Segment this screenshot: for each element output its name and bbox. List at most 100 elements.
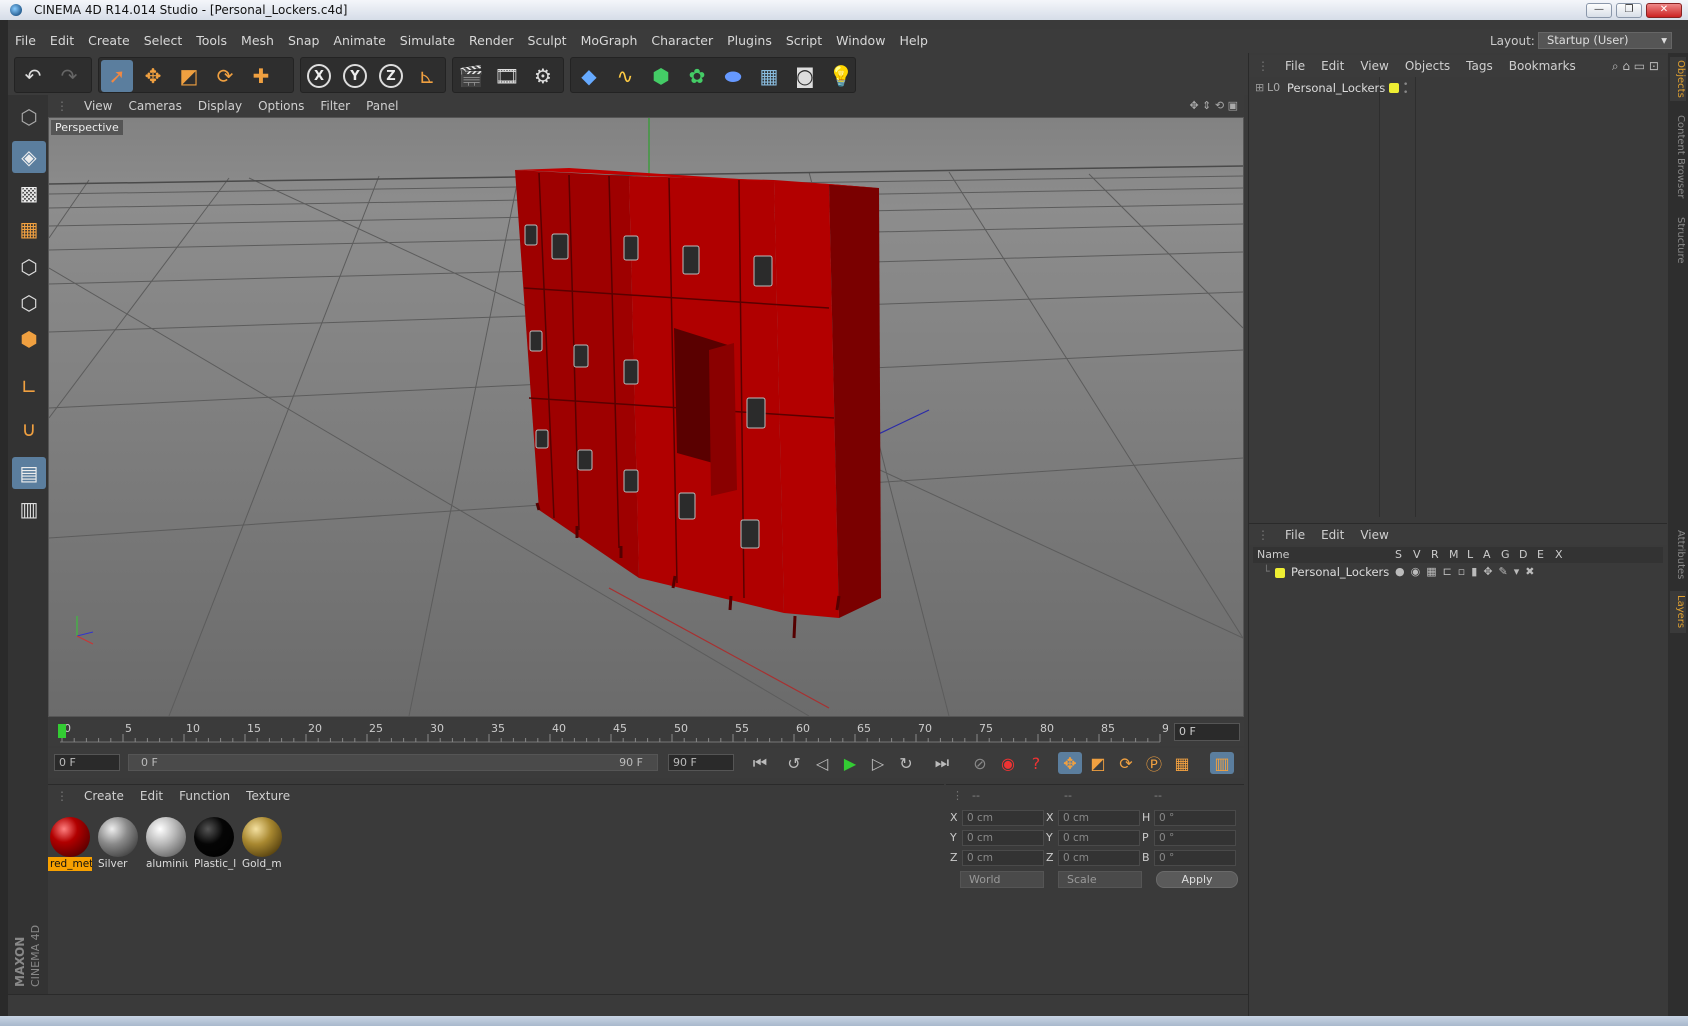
key-position-icon[interactable]: ✥ — [1058, 752, 1082, 774]
viewport-nav-icons[interactable]: ✥ ⇕ ⟲ ▣ — [1189, 95, 1238, 117]
viewport-menu-display[interactable]: Display — [190, 95, 250, 117]
timeline-ruler[interactable]: 051015202530354045505560657075808590 0 F — [48, 720, 1244, 746]
prev-frame-icon[interactable]: ◁ — [810, 752, 834, 774]
axis-mode-icon[interactable]: ∟ — [12, 371, 46, 403]
column-deformers[interactable]: D — [1519, 547, 1527, 563]
planar-workplane-icon[interactable]: ▥ — [12, 493, 46, 525]
render-view-icon[interactable]: 🎬 — [455, 60, 487, 92]
objects-search-icon[interactable]: ⌕ ⌂ ▭ ⊡ — [1612, 55, 1659, 77]
menu-edit[interactable]: Edit — [43, 29, 81, 53]
menu-tools[interactable]: Tools — [189, 29, 234, 53]
layer-row[interactable]: └ Personal_Lockers ●◉▦⊏▫▮✥✎▾✖ — [1253, 565, 1663, 581]
object-row[interactable]: ⊞ L0 Personal_Lockers • • — [1253, 81, 1663, 98]
live-select-icon[interactable]: ➚ — [101, 60, 133, 92]
viewport-menu-panel[interactable]: Panel — [358, 95, 406, 117]
tab-layers[interactable]: Layers — [1670, 591, 1686, 633]
redo-icon[interactable]: ↷ — [53, 60, 85, 92]
coordinate-mode-select[interactable]: World — [960, 871, 1044, 888]
rotation-h-field[interactable]: 0 ° — [1154, 810, 1236, 826]
objects-menu-view[interactable]: View — [1352, 55, 1396, 77]
column-animation[interactable]: A — [1483, 547, 1491, 563]
tab-objects[interactable]: Objects — [1670, 57, 1686, 101]
deformer-icon[interactable]: ⬬ — [717, 60, 749, 92]
size-mode-select[interactable]: Scale — [1058, 871, 1142, 888]
layers-menu-file[interactable]: File — [1277, 524, 1313, 546]
render-picture-viewer-icon[interactable]: 🎞 — [491, 60, 523, 92]
size-y-field[interactable]: 0 cm — [1058, 830, 1140, 846]
timeline-window-icon[interactable]: ▥ — [1210, 752, 1234, 774]
material-swatch[interactable]: Plastic_l — [192, 815, 236, 873]
objects-menu-edit[interactable]: Edit — [1313, 55, 1352, 77]
layers-menu-edit[interactable]: Edit — [1313, 524, 1352, 546]
points-mode-icon[interactable]: ⬡ — [12, 251, 46, 283]
visibility-dots-icon[interactable]: • • — [1403, 81, 1408, 98]
spline-icon[interactable]: ∿ — [609, 60, 641, 92]
goto-end-icon[interactable]: ⏭ — [930, 752, 954, 774]
column-manager[interactable]: M — [1449, 547, 1459, 563]
layout-select[interactable]: Startup (User) ▾ — [1538, 32, 1672, 49]
close-button[interactable]: ✕ — [1646, 3, 1682, 18]
menu-select[interactable]: Select — [137, 29, 190, 53]
menu-animate[interactable]: Animate — [326, 29, 392, 53]
snap-magnet-icon[interactable]: ∪ — [12, 413, 46, 445]
menu-mesh[interactable]: Mesh — [234, 29, 281, 53]
position-z-field[interactable]: 0 cm — [962, 850, 1044, 866]
menu-snap[interactable]: Snap — [281, 29, 326, 53]
add-tool-icon[interactable]: ✚ — [245, 60, 277, 92]
column-expressions[interactable]: E — [1537, 547, 1544, 563]
key-pla-icon[interactable]: ▦ — [1170, 752, 1194, 774]
x-axis-lock-icon[interactable]: X — [303, 60, 335, 92]
rotation-b-field[interactable]: 0 ° — [1154, 850, 1236, 866]
column-visible[interactable]: V — [1413, 547, 1421, 563]
menu-plugins[interactable]: Plugins — [720, 29, 779, 53]
objects-menu-tags[interactable]: Tags — [1458, 55, 1501, 77]
menu-mograph[interactable]: MoGraph — [574, 29, 645, 53]
end-frame-field[interactable]: 90 F — [668, 754, 734, 771]
objects-menu-objects[interactable]: Objects — [1397, 55, 1458, 77]
viewport-menu-cameras[interactable]: Cameras — [120, 95, 189, 117]
layer-color-swatch[interactable] — [1275, 568, 1285, 578]
layers-menu-view[interactable]: View — [1352, 524, 1396, 546]
position-x-field[interactable]: 0 cm — [962, 810, 1044, 826]
array-icon[interactable]: ✿ — [681, 60, 713, 92]
y-axis-lock-icon[interactable]: Y — [339, 60, 371, 92]
apply-button[interactable]: Apply — [1156, 871, 1238, 888]
column-render[interactable]: R — [1431, 547, 1439, 563]
playhead-marker[interactable] — [58, 724, 66, 738]
object-name[interactable]: Personal_Lockers — [1287, 81, 1385, 95]
layer-toggle-icons[interactable]: ●◉▦⊏▫▮✥✎▾✖ — [1395, 565, 1541, 578]
cube-icon[interactable]: ◆ — [573, 60, 605, 92]
column-locked[interactable]: L — [1467, 547, 1473, 563]
restore-button[interactable]: ❐ — [1616, 3, 1642, 18]
perspective-viewport[interactable]: Perspective — [48, 117, 1244, 717]
key-scale-icon[interactable]: ◩ — [1086, 752, 1110, 774]
viewport-menu-filter[interactable]: Filter — [312, 95, 358, 117]
layer-name[interactable]: Personal_Lockers — [1291, 565, 1389, 579]
tab-content-browser[interactable]: Content Browser — [1670, 109, 1686, 205]
material-menu-function[interactable]: Function — [171, 785, 238, 807]
material-menu-create[interactable]: Create — [76, 785, 132, 807]
tab-attributes[interactable]: Attributes — [1670, 525, 1686, 585]
menu-create[interactable]: Create — [81, 29, 137, 53]
play-icon[interactable]: ▶ — [838, 752, 862, 774]
menu-character[interactable]: Character — [644, 29, 720, 53]
position-y-field[interactable]: 0 cm — [962, 830, 1044, 846]
make-editable-icon[interactable]: ⬡ — [12, 101, 46, 133]
undo-icon[interactable]: ↶ — [17, 60, 49, 92]
nurbs-icon[interactable]: ⬢ — [645, 60, 677, 92]
material-swatch[interactable]: aluminiu — [144, 815, 188, 873]
layer-color-tag[interactable] — [1389, 83, 1399, 93]
viewport-menu-view[interactable]: View — [76, 95, 120, 117]
key-rotation-icon[interactable]: ⟳ — [1114, 752, 1138, 774]
workplane-mode-icon[interactable]: ▦ — [12, 213, 46, 245]
column-solo[interactable]: S — [1395, 547, 1402, 563]
goto-start-icon[interactable]: ⏮ — [748, 752, 772, 774]
column-name[interactable]: Name — [1257, 547, 1289, 563]
coordinate-system-icon[interactable]: ⊾ — [411, 60, 443, 92]
expand-icon[interactable]: ⊞ — [1255, 81, 1264, 94]
z-axis-lock-icon[interactable]: Z — [375, 60, 407, 92]
render-settings-icon[interactable]: ⚙ — [527, 60, 559, 92]
floor-icon[interactable]: ▦ — [753, 60, 785, 92]
camera-icon[interactable]: ◙ — [789, 60, 821, 92]
size-z-field[interactable]: 0 cm — [1058, 850, 1140, 866]
